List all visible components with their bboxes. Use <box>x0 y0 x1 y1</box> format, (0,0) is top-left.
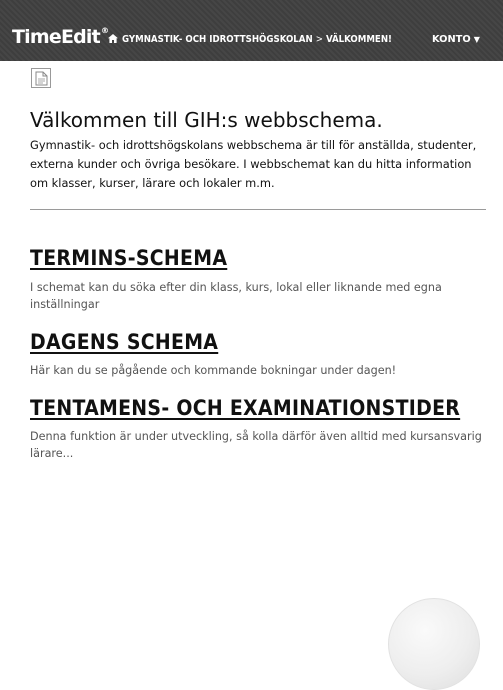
breadcrumb: GYMNASTIK- OCH IDROTTSHÖGSKOLAN > VÄLKOMME… <box>122 34 392 45</box>
dagens-schema-description: Här kan du se pågående och kommande bokn… <box>30 364 397 377</box>
breadcrumb-institution-link[interactable]: GYMNASTIK- OCH IDROTTSHÖGSKOLAN <box>122 34 313 45</box>
dagens-schema-link[interactable]: DAGENS SCHEMA <box>30 330 218 354</box>
breadcrumb-separator: > <box>315 34 323 45</box>
termins-schema-link[interactable]: TERMINS-SCHEMA <box>30 246 227 270</box>
top-navigation-bar: TimeEdit® GYMNASTIK- OCH IDROTTSHÖGSKOLA… <box>0 0 503 61</box>
termins-schema-description: I schemat kan du söka efter din klass, k… <box>30 281 442 311</box>
tentamens-link[interactable]: TENTAMENS- OCH EXAMINATIONSTIDER <box>30 396 460 420</box>
account-menu-label: KONTO <box>432 34 471 45</box>
tentamens-description: Denna funktion är under utveckling, så k… <box>30 430 482 460</box>
document-icon[interactable] <box>31 68 51 88</box>
timeedit-logo[interactable]: TimeEdit® <box>12 26 109 48</box>
chevron-down-icon: ▼ <box>473 35 480 44</box>
decorative-logo-watermark <box>388 598 480 690</box>
account-menu-button[interactable]: KONTO ▼ <box>432 34 480 45</box>
welcome-title: Välkommen till GIH:s webbschema. <box>30 108 383 132</box>
welcome-description: Gymnastik- och idrottshögskolans webbsch… <box>30 138 477 190</box>
section-divider <box>30 209 486 210</box>
breadcrumb-current-page[interactable]: VÄLKOMMEN! <box>326 34 392 45</box>
home-icon[interactable] <box>108 34 118 43</box>
